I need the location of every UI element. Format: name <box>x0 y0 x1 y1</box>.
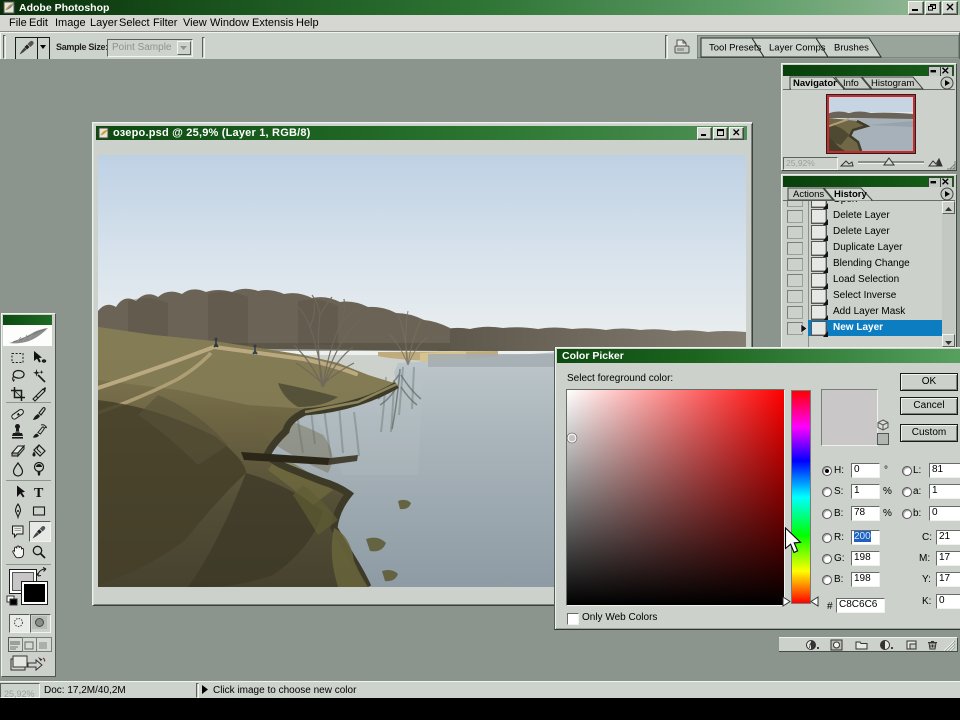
svg-text:Tool Presets: Tool Presets <box>709 43 762 54</box>
svg-text:Histogram: Histogram <box>871 78 914 89</box>
svg-text:Actions: Actions <box>793 189 824 200</box>
svg-text:History: History <box>834 189 867 200</box>
svg-text:Brushes: Brushes <box>834 43 869 54</box>
svg-text:Info: Info <box>843 78 859 89</box>
svg-text:T: T <box>34 486 44 500</box>
svg-text:Layer Comps: Layer Comps <box>769 43 826 54</box>
svg-text:Navigator: Navigator <box>793 78 837 89</box>
